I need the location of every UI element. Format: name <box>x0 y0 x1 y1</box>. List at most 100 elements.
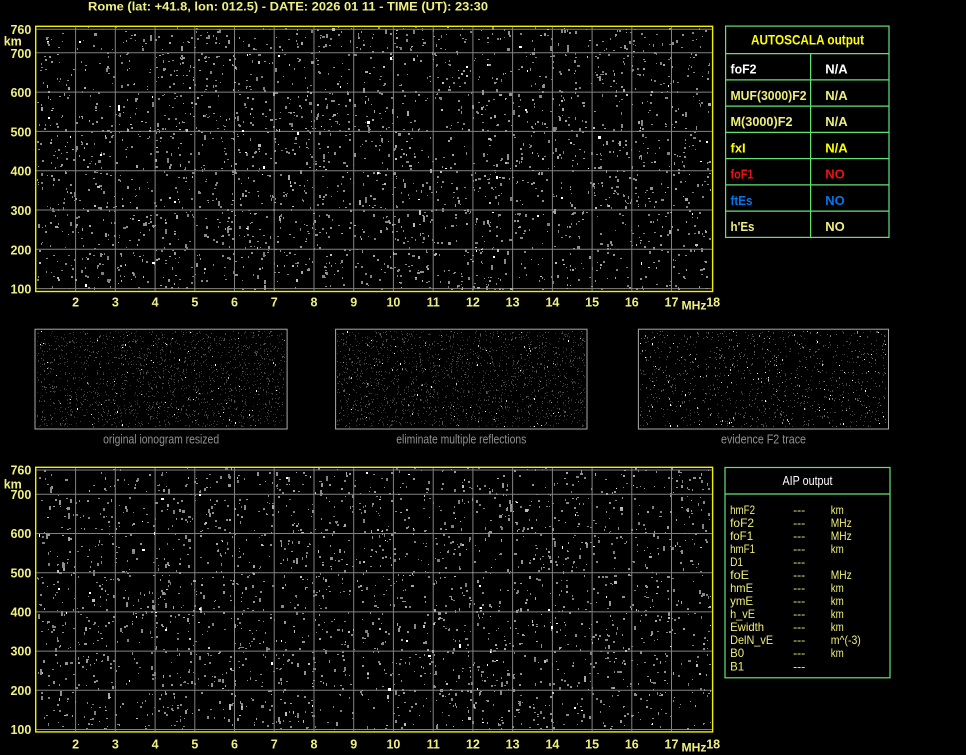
svg-text:4: 4 <box>152 295 159 309</box>
svg-text:3: 3 <box>112 738 119 752</box>
svg-text:NO: NO <box>825 167 845 182</box>
svg-text:---: --- <box>793 646 805 660</box>
svg-text:600: 600 <box>10 86 31 100</box>
svg-text:18: 18 <box>706 295 720 309</box>
svg-text:Rome (lat: +41.8, lon: 012.5): Rome (lat: +41.8, lon: 012.5) - DATE: 20… <box>88 1 488 13</box>
svg-text:500: 500 <box>10 566 31 580</box>
svg-text:10: 10 <box>386 738 400 752</box>
svg-text:11: 11 <box>427 738 440 752</box>
svg-text:AIP output: AIP output <box>783 474 833 488</box>
svg-text:400: 400 <box>10 606 31 620</box>
svg-text:ymE: ymE <box>730 594 753 608</box>
svg-text:foE: foE <box>730 568 749 582</box>
svg-text:MHz: MHz <box>682 300 707 312</box>
svg-text:760: 760 <box>10 464 31 478</box>
svg-text:100: 100 <box>10 723 31 737</box>
svg-text:B1: B1 <box>730 659 744 673</box>
svg-text:13: 13 <box>506 295 520 309</box>
svg-text:---: --- <box>793 620 805 634</box>
svg-text:MHz: MHz <box>831 529 852 543</box>
svg-text:400: 400 <box>10 165 31 179</box>
svg-text:N/A: N/A <box>825 62 848 77</box>
svg-text:18: 18 <box>706 738 720 752</box>
svg-text:2: 2 <box>72 295 79 309</box>
svg-text:km: km <box>831 646 844 660</box>
svg-text:foF1: foF1 <box>731 167 754 182</box>
svg-text:100: 100 <box>10 282 31 296</box>
svg-text:B0: B0 <box>730 646 744 660</box>
svg-text:---: --- <box>793 581 805 595</box>
svg-text:foF2: foF2 <box>731 62 757 77</box>
svg-text:fxI: fxI <box>731 140 746 155</box>
svg-text:16: 16 <box>625 738 639 752</box>
svg-text:200: 200 <box>10 684 31 698</box>
svg-text:---: --- <box>793 529 805 543</box>
svg-text:6: 6 <box>231 738 238 752</box>
svg-text:km: km <box>831 594 844 608</box>
svg-text:ftEs: ftEs <box>731 193 753 208</box>
svg-text:12: 12 <box>466 738 480 752</box>
svg-text:hmF2: hmF2 <box>730 503 755 517</box>
svg-text:N/A: N/A <box>825 140 848 155</box>
svg-text:---: --- <box>793 516 805 530</box>
svg-text:---: --- <box>793 633 805 647</box>
svg-text:NO: NO <box>825 193 845 208</box>
svg-text:5: 5 <box>191 738 198 752</box>
svg-text:NO: NO <box>825 219 845 234</box>
svg-text:10: 10 <box>386 295 400 309</box>
svg-text:D1: D1 <box>730 555 743 569</box>
svg-text:N/A: N/A <box>825 114 848 129</box>
svg-text:6: 6 <box>231 295 238 309</box>
svg-text:hmE: hmE <box>730 581 753 595</box>
svg-text:N/A: N/A <box>825 88 848 103</box>
svg-text:700: 700 <box>10 488 31 502</box>
svg-text:---: --- <box>793 659 805 673</box>
svg-text:4: 4 <box>152 738 159 752</box>
svg-text:9: 9 <box>350 295 357 309</box>
svg-text:600: 600 <box>10 527 31 541</box>
svg-text:12: 12 <box>466 295 480 309</box>
svg-text:km: km <box>831 581 844 595</box>
svg-text:km: km <box>831 620 844 634</box>
svg-text:---: --- <box>793 503 805 517</box>
svg-text:16: 16 <box>625 295 639 309</box>
svg-text:14: 14 <box>545 738 559 752</box>
svg-text:14: 14 <box>545 295 559 309</box>
svg-text:11: 11 <box>427 295 440 309</box>
svg-text:evidence F2 trace: evidence F2 trace <box>721 433 806 447</box>
svg-text:7: 7 <box>271 295 278 309</box>
svg-text:M(3000)F2: M(3000)F2 <box>731 114 793 129</box>
svg-text:5: 5 <box>191 295 198 309</box>
svg-text:AUTOSCALA output: AUTOSCALA output <box>751 33 864 48</box>
svg-text:foF2: foF2 <box>730 516 754 530</box>
svg-text:17: 17 <box>665 295 679 309</box>
svg-text:300: 300 <box>10 645 31 659</box>
svg-text:8: 8 <box>311 295 318 309</box>
svg-text:km: km <box>831 503 844 517</box>
svg-text:200: 200 <box>10 243 31 257</box>
svg-text:MUF(3000)F2: MUF(3000)F2 <box>731 88 807 103</box>
svg-text:MHz: MHz <box>831 568 852 582</box>
svg-text:300: 300 <box>10 204 31 218</box>
svg-text:DelN_vE: DelN_vE <box>730 633 773 647</box>
svg-text:hmF1: hmF1 <box>730 542 755 556</box>
svg-text:km: km <box>831 542 844 556</box>
svg-text:MHz: MHz <box>831 516 852 530</box>
svg-text:---: --- <box>793 542 805 556</box>
svg-text:---: --- <box>793 568 805 582</box>
svg-text:500: 500 <box>10 125 31 139</box>
svg-text:8: 8 <box>311 738 318 752</box>
svg-text:m^(-3): m^(-3) <box>831 633 861 647</box>
svg-text:3: 3 <box>112 295 119 309</box>
svg-text:h'Es: h'Es <box>731 219 755 234</box>
svg-text:eliminate multiple reflections: eliminate multiple reflections <box>396 433 526 447</box>
svg-text:---: --- <box>793 607 805 621</box>
svg-text:9: 9 <box>350 738 357 752</box>
svg-text:15: 15 <box>585 295 599 309</box>
svg-text:---: --- <box>793 594 805 608</box>
svg-text:foF1: foF1 <box>730 529 753 543</box>
svg-text:original ionogram resized: original ionogram resized <box>103 433 219 447</box>
svg-text:---: --- <box>793 555 805 569</box>
svg-text:700: 700 <box>10 47 31 61</box>
svg-text:Ewidth: Ewidth <box>730 620 764 634</box>
